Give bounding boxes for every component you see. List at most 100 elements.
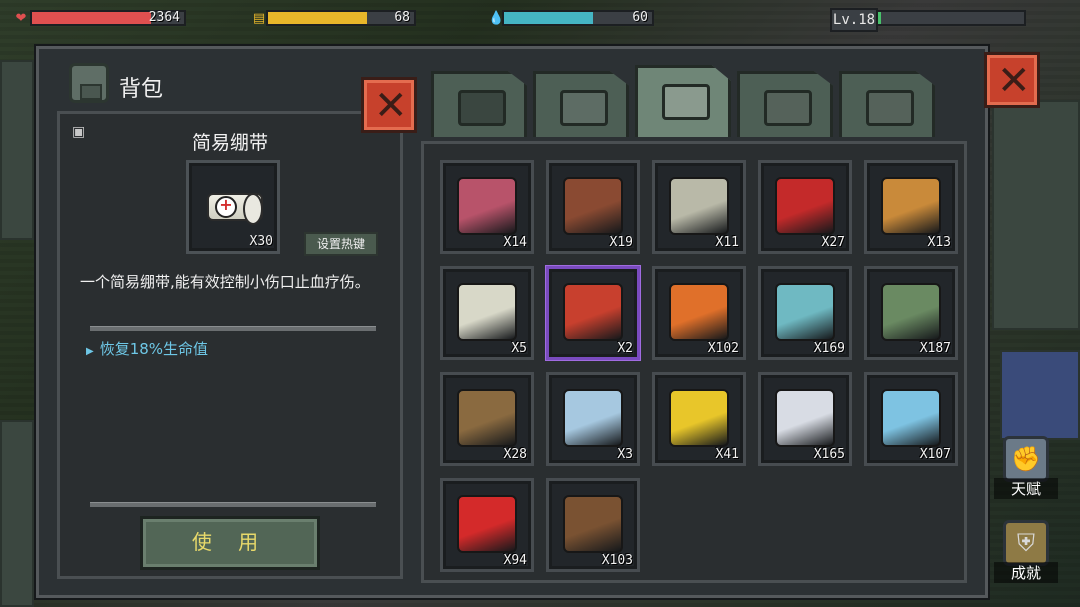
close-icon: ✕ [997,58,1031,104]
item-name: 简易绷带 [191,132,268,154]
inventory-slot[interactable]: X103 [546,478,640,572]
divider [90,326,376,331]
experience-bar-fill [878,12,881,24]
slot-count: X19 [609,235,633,250]
backpack-icon [458,90,506,126]
hunger-bar-fill [268,12,368,24]
background-building [0,420,34,607]
slot-count: X11 [715,235,739,250]
slot-count: X2 [617,341,633,356]
health-bar-fill [32,12,151,24]
status-hud: ❤ 2364 ▤ 68 💧 60 Lv.18 [0,6,1080,32]
shield-wings-icon: ⛨ [1003,520,1049,566]
inventory-slot[interactable]: X19 [546,160,640,254]
achievement-label: 成就 [994,562,1058,583]
water-bottle-icon [881,389,941,447]
backpack-window: 背包 ▣ 简易绷带 X30 设置热键 一个简易绷带,能有效控制小伤口止血疗伤。 … [36,46,988,598]
use-button[interactable]: 使 用 [140,516,320,570]
set-hotkey-button[interactable]: 设置热键 [304,232,378,256]
inventory-slot[interactable]: X3 [546,372,640,466]
backpack-icon [69,63,109,103]
health-bar: 2364 [30,10,186,26]
inventory-slot[interactable]: X2 [546,266,640,360]
inventory-slot[interactable]: X94 [440,478,534,572]
inventory-slot[interactable]: X5 [440,266,534,360]
health-value: 2364 [148,10,180,25]
chocolate-bar-icon [563,495,623,553]
pistol-icon [764,90,812,126]
water-drop-icon: 💧 [488,11,505,26]
thirst-bar-fill [504,12,593,24]
slot-count: X165 [813,447,845,462]
inventory-slot[interactable]: X169 [758,266,852,360]
apples-icon [775,177,835,235]
item-description: 一个简易绷带,能有效控制小伤口止血疗伤。 [80,273,370,291]
achievement-button[interactable]: ⛨ 成就 [994,520,1058,583]
tab-backpack[interactable] [431,71,527,137]
grain-sack-icon [457,389,517,447]
selected-item-slot: X30 [186,160,280,254]
chips-bag-icon [669,389,729,447]
tab-tools[interactable] [839,71,935,137]
item-effect-text: 恢复18%生命值 [99,340,209,358]
window-header: 背包 [69,63,219,107]
item-detail-panel: ▣ 简易绷带 X30 设置热键 一个简易绷带,能有效控制小伤口止血疗伤。 ▶恢复… [57,111,403,579]
bandage-icon [207,193,263,225]
inventory-slot[interactable]: X27 [758,160,852,254]
divider [90,502,376,507]
window-title: 背包 [119,77,164,102]
rice-bowl-icon [457,283,517,341]
background-building [992,100,1080,330]
inventory-slot[interactable]: X165 [758,372,852,466]
close-detail-button[interactable]: ✕ [361,77,417,133]
water-bucket-icon [775,283,835,341]
slot-count: X13 [927,235,951,250]
medkit-icon [560,90,608,126]
inventory-slot[interactable]: X107 [864,372,958,466]
slot-count: X103 [601,553,633,568]
inventory-slot[interactable]: X187 [864,266,958,360]
slot-count: X27 [821,235,845,250]
carrots-icon [669,283,729,341]
thirst-value: 60 [632,10,648,25]
hunger-bar: 68 [266,10,416,26]
item-effect: ▶ 恢复18%生命值 [86,338,208,359]
experience-bar [876,10,1026,26]
triangle-right-icon: ▶ [86,346,94,357]
inventory-slot[interactable]: X28 [440,372,534,466]
raw-meat-icon [457,177,517,235]
wrench-icon [866,90,914,126]
stew-icon [563,283,623,341]
salt-bag-icon [775,389,835,447]
inventory-slot[interactable]: X13 [864,160,958,254]
item-count: X30 [249,234,273,249]
slot-count: X94 [503,553,527,568]
slot-count: X3 [617,447,633,462]
water-jar-icon [563,389,623,447]
fist-icon: ✊ [1003,436,1049,482]
slot-count: X28 [503,447,527,462]
tab-medical[interactable] [533,71,629,137]
food-icon: ▤ [252,11,266,26]
close-window-button[interactable]: ✕ [984,52,1040,108]
slot-count: X5 [511,341,527,356]
inventory-grid: X14 X19 X11 X27 X13 X5 X2 X102 X169 X187 X28 X3 X41 X… [421,141,967,583]
inventory-slot[interactable]: X41 [652,372,746,466]
inventory-slot[interactable]: X11 [652,160,746,254]
background-tent [1000,350,1080,440]
slot-count: X187 [919,341,951,356]
inventory-slot[interactable]: X102 [652,266,746,360]
cola-can-icon [457,495,517,553]
bean-can-icon [669,177,729,235]
talent-button[interactable]: ✊ 天赋 [994,436,1058,499]
tab-weapons[interactable] [737,71,833,137]
tab-food[interactable] [635,65,731,137]
thirst-bar: 60 [502,10,654,26]
steak-icon [563,177,623,235]
close-icon: ✕ [374,83,408,129]
slot-count: X169 [813,341,845,356]
slot-count: X41 [715,447,739,462]
slot-count: X107 [919,447,951,462]
inventory-slot[interactable]: X14 [440,160,534,254]
slot-count: X14 [503,235,527,250]
